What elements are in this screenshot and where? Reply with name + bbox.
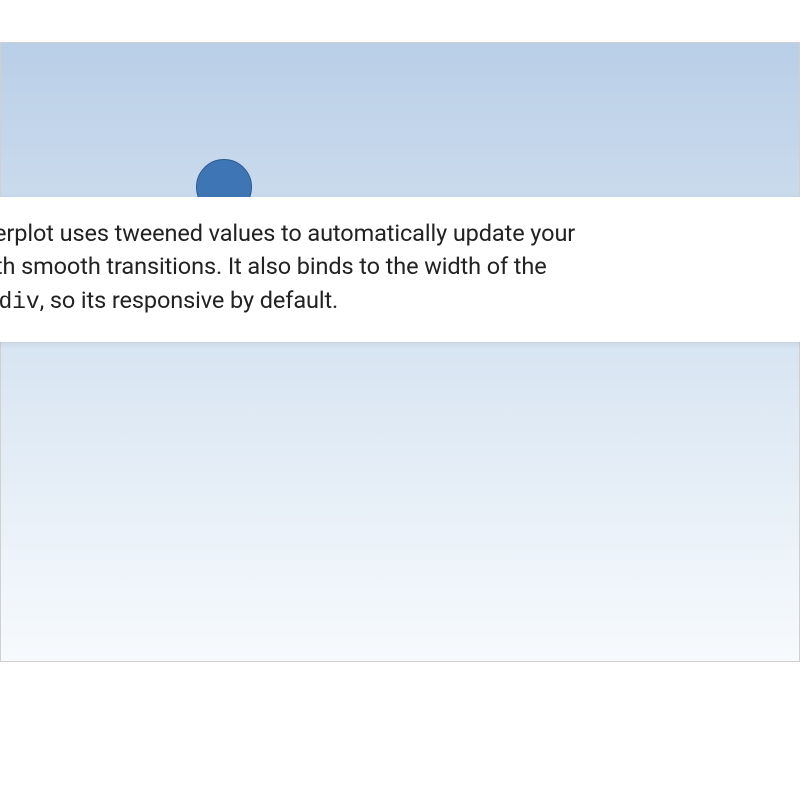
description-line-1: catterplot uses tweened values to automa… [0, 219, 575, 247]
description-line-3-suffix: , so its responsive by default. [40, 286, 339, 314]
scatterplot-chart-area [0, 42, 800, 662]
code-div-keyword: div [0, 289, 40, 315]
description-card: catterplot uses tweened values to automa… [0, 197, 800, 342]
description-paragraph: catterplot uses tweened values to automa… [0, 217, 786, 318]
description-line-2: s with smooth transitions. It also binds… [0, 252, 547, 280]
